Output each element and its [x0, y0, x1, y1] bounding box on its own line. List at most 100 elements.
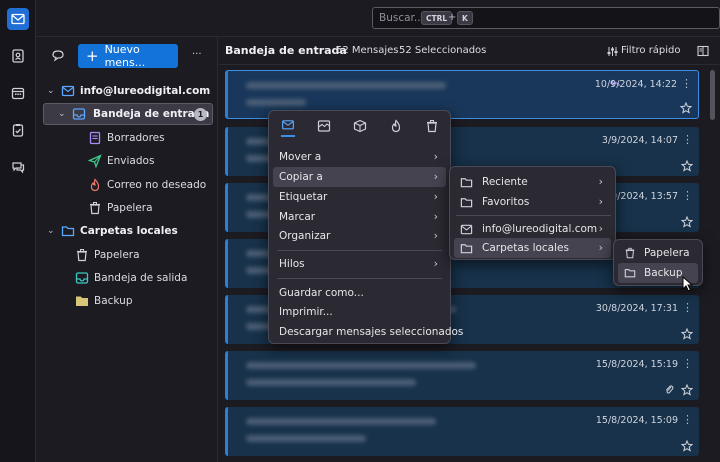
chevron-right-icon: ›: [433, 229, 438, 242]
folder-junk[interactable]: Correo no deseado: [37, 174, 218, 196]
search-input[interactable]: Buscar... CTRL + K: [372, 7, 720, 29]
drafts-label: Borradores: [107, 132, 165, 144]
chevron-right-icon: ›: [598, 241, 603, 254]
submenu-item-recent[interactable]: Reciente ›: [454, 172, 611, 192]
folder-backup[interactable]: Backup: [37, 290, 218, 312]
calendar-button[interactable]: [7, 82, 29, 104]
new-message-button[interactable]: + Nuevo mens...: [78, 43, 178, 69]
address-book-icon: [12, 49, 24, 63]
menu-item-move-to[interactable]: Mover a ›: [273, 147, 446, 167]
mail-account-icon: [460, 224, 473, 234]
folder-icon: [460, 243, 473, 253]
unread-badge: 1: [194, 108, 207, 121]
threads-label: Hilos: [279, 258, 305, 270]
menu-item-save-as[interactable]: Guardar como...: [273, 283, 446, 303]
more-vertical-icon[interactable]: ⋮: [682, 413, 693, 426]
new-message-label: Nuevo mens...: [104, 43, 146, 69]
folder-icon: [61, 226, 75, 237]
message-card[interactable]: 15/8/2024, 15:19 ⋮: [225, 351, 699, 400]
filter-icon: [607, 47, 618, 56]
chevron-right-icon: ›: [598, 222, 603, 235]
more-vertical-icon[interactable]: ⋮: [682, 189, 693, 202]
copy-to-label: Copiar a: [279, 171, 323, 183]
more-vertical-icon[interactable]: ⋮: [682, 301, 693, 314]
tasks-button[interactable]: [7, 119, 29, 141]
folder-sent[interactable]: Enviados: [37, 150, 218, 172]
attachment-icon: [665, 385, 674, 394]
star-icon[interactable]: [681, 216, 693, 228]
chevron-right-icon: ›: [433, 210, 438, 223]
menu-item-tag[interactable]: Etiquetar ›: [273, 187, 446, 207]
print-label: Imprimir...: [279, 306, 333, 318]
more-vertical-icon[interactable]: ⋮: [682, 133, 693, 146]
message-date: 3/9/2024, 14:07: [601, 135, 678, 146]
trash-label: Papelera: [107, 202, 153, 214]
organize-label: Organizar: [279, 230, 331, 242]
chevron-right-icon: ›: [433, 150, 438, 163]
chevron-down-icon[interactable]: ⌄: [47, 226, 57, 236]
message-date: 15/8/2024, 15:09: [595, 415, 678, 426]
outbox-icon: [75, 272, 89, 284]
chevron-right-icon: ›: [598, 175, 603, 188]
star-icon[interactable]: [681, 440, 693, 452]
menu-item-copy-to[interactable]: Copiar a ›: [273, 167, 446, 187]
folder-drafts[interactable]: Borradores: [37, 127, 218, 149]
message-card[interactable]: 15/8/2024, 15:09 ⋮: [225, 407, 699, 456]
star-icon[interactable]: [680, 102, 692, 114]
folder-outbox[interactable]: Bandeja de salida: [37, 267, 218, 289]
folder-icon: [460, 197, 473, 207]
more-vertical-icon[interactable]: ⋮: [681, 77, 692, 90]
junk-label: Correo no deseado: [107, 179, 207, 191]
drafts-icon: [89, 131, 101, 145]
menu-item-organize[interactable]: Organizar ›: [273, 226, 446, 246]
mail-space-button[interactable]: [7, 8, 29, 30]
more-vertical-icon[interactable]: ⋮: [682, 357, 693, 370]
more-options-button[interactable]: ···: [192, 49, 202, 60]
shortcut-plus: +: [448, 12, 457, 23]
menu-item-threads[interactable]: Hilos ›: [273, 254, 446, 274]
account-row[interactable]: ⌄ info@lureodigital.com: [37, 80, 218, 102]
submenu-item-trash[interactable]: Papelera: [618, 243, 698, 263]
trash-icon: [625, 247, 635, 259]
get-messages-icon[interactable]: [51, 49, 65, 63]
archive-icon[interactable]: [317, 119, 331, 133]
fire-icon[interactable]: [389, 119, 403, 133]
message-count: 52 Mensajes: [336, 45, 399, 56]
message-list-scrollbar[interactable]: [708, 66, 718, 462]
plus-icon: +: [86, 47, 99, 65]
folder-icon: [460, 177, 473, 187]
star-icon[interactable]: [681, 384, 693, 396]
address-book-button[interactable]: [7, 45, 29, 67]
folder-icon: [624, 269, 636, 278]
star-icon[interactable]: [681, 328, 693, 340]
star-icon[interactable]: [681, 160, 693, 172]
download-label: Descargar mensajes seleccionados: [279, 326, 464, 338]
folder-icon: [76, 296, 88, 306]
trash-icon[interactable]: [425, 119, 439, 133]
chat-icon: [12, 162, 25, 174]
local-folders-row[interactable]: ⌄ Carpetas locales: [37, 220, 218, 242]
submenu-item-local-folders[interactable]: Carpetas locales ›: [454, 238, 611, 258]
folder-trash[interactable]: Papelera: [37, 197, 218, 219]
mail-icon[interactable]: [281, 119, 295, 137]
folder-local-trash[interactable]: Papelera: [37, 244, 218, 266]
message-context-menu: Mover a › Copiar a › Etiquetar › Marcar › Or…: [268, 110, 463, 344]
sent-label: Enviados: [107, 155, 155, 167]
package-icon[interactable]: [353, 119, 367, 133]
folder-pane: + Nuevo mens... ··· ⌄ info@lureodigital.…: [37, 37, 218, 462]
submenu-item-favorites[interactable]: Favoritos ›: [454, 192, 611, 212]
chevron-down-icon[interactable]: ⌄: [47, 86, 57, 96]
chevron-down-icon[interactable]: ⌄: [58, 109, 68, 119]
quick-filter-button[interactable]: Filtro rápido: [621, 45, 681, 56]
display-options-icon[interactable]: [697, 45, 709, 57]
folder-title: Bandeja de entrada: [225, 44, 347, 57]
menu-item-download[interactable]: Descargar mensajes seleccionados: [273, 322, 463, 342]
backup-label: Backup: [94, 295, 133, 307]
menu-item-print[interactable]: Imprimir...: [273, 302, 446, 322]
spaces-toolbar: [0, 0, 36, 462]
chat-button[interactable]: [7, 156, 29, 178]
local-folders-label: Carpetas locales: [482, 242, 569, 254]
menu-item-mark[interactable]: Marcar ›: [273, 207, 446, 227]
folder-inbox[interactable]: ⌄ Bandeja de entrada 1: [43, 103, 213, 125]
submenu-item-account[interactable]: info@lureodigital.com ›: [454, 219, 611, 239]
